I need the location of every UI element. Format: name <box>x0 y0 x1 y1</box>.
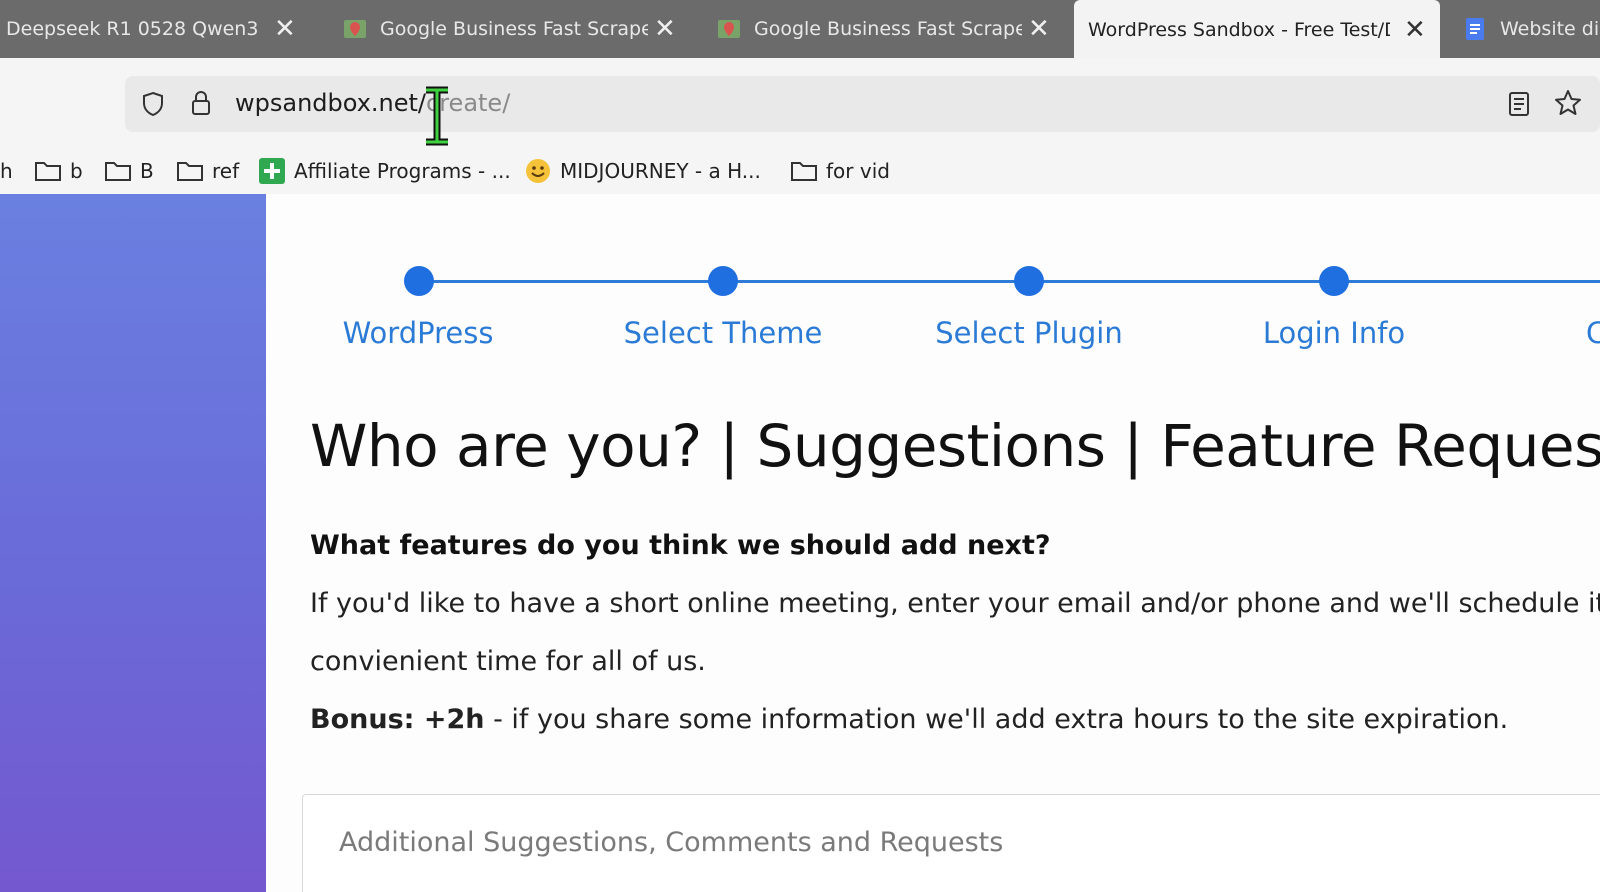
bonus-text: - if you share some information we'll ad… <box>484 704 1509 735</box>
tab-website[interactable]: Website di <box>1458 0 1600 58</box>
step-label-select-theme[interactable]: Select Theme <box>624 316 823 350</box>
suggestions-textarea[interactable] <box>303 795 1600 892</box>
close-tab-icon[interactable]: ✕ <box>1028 16 1050 42</box>
bookmark-label: for vid <box>826 159 890 183</box>
close-tab-icon[interactable]: ✕ <box>1404 17 1426 43</box>
tab-strip: Deepseek R1 0528 Qwen3 8B ✕ Google Busin… <box>0 0 1600 58</box>
stepper-line <box>418 280 1600 283</box>
page-title: Who are you? | Suggestions | Feature Req… <box>310 412 1600 480</box>
bookmark-star-icon[interactable] <box>1553 88 1583 118</box>
step-label-login-info[interactable]: Login Info <box>1263 316 1405 350</box>
tab-google-business-2[interactable]: Google Business Fast Scraper ✕ <box>712 0 1052 58</box>
bookmark-h[interactable]: h <box>0 156 13 186</box>
tab-title: Google Business Fast Scraper <box>754 18 1022 40</box>
folder-icon <box>35 162 61 181</box>
step-dot-select-theme[interactable] <box>708 266 738 296</box>
folder-icon <box>177 162 203 181</box>
address-bar[interactable]: wpsandbox.net/create/ <box>125 76 1600 132</box>
bookmark-label: MIDJOURNEY - a H... <box>560 159 761 183</box>
step-label-wordpress[interactable]: WordPress <box>343 316 494 350</box>
close-tab-icon[interactable]: ✕ <box>654 16 676 42</box>
bookmark-label: b <box>70 159 83 183</box>
step-dot-wordpress[interactable] <box>404 266 434 296</box>
lock-icon[interactable] <box>187 89 215 117</box>
step-label-confirm[interactable]: Co <box>1586 316 1600 350</box>
tab-deepseek[interactable]: Deepseek R1 0528 Qwen3 8B ✕ <box>0 0 310 58</box>
tab-title: Google Business Fast Scraper <box>380 18 648 40</box>
bonus-paragraph: Bonus: +2h - if you share some informati… <box>310 704 1508 735</box>
map-pin-icon <box>718 20 740 38</box>
folder-icon <box>791 162 817 181</box>
meeting-paragraph-line-1: If you'd like to have a short online mee… <box>310 588 1600 619</box>
url-text[interactable]: wpsandbox.net/create/ <box>235 89 510 117</box>
page-sidebar-gradient <box>0 194 266 892</box>
bookmark-label: B <box>140 159 154 183</box>
tab-title: Deepseek R1 0528 Qwen3 8B <box>6 18 264 40</box>
bookmark-folder-B[interactable]: B <box>104 156 154 186</box>
folder-icon <box>105 162 131 181</box>
bookmark-affiliate-programs[interactable]: Affiliate Programs - ... <box>258 156 511 186</box>
emoji-icon <box>526 159 550 183</box>
tab-title: WordPress Sandbox - Free Test/Demo <box>1088 19 1390 41</box>
feature-question-heading: What features do you think we should add… <box>310 530 1051 561</box>
bookmark-label: h <box>0 159 13 183</box>
close-tab-icon[interactable]: ✕ <box>274 16 296 42</box>
plus-icon <box>259 158 285 184</box>
bookmark-label: ref <box>212 159 240 183</box>
navigation-bar: wpsandbox.net/create/ <box>0 58 1600 148</box>
text-cursor-icon <box>426 86 448 146</box>
page-content: WordPress Select Theme Select Plugin Log… <box>266 194 1600 892</box>
bookmark-folder-for-vid[interactable]: for vid <box>790 156 890 186</box>
bonus-label: Bonus: +2h <box>310 704 485 735</box>
bookmark-folder-b[interactable]: b <box>34 156 83 186</box>
bookmark-label: Affiliate Programs - ... <box>294 159 511 183</box>
url-host: wpsandbox.net/ <box>235 89 427 117</box>
step-dot-login-info[interactable] <box>1319 266 1349 296</box>
bookmarks-bar: h b B ref Affiliate Programs - ... MIDJO… <box>0 148 1600 194</box>
bookmark-midjourney[interactable]: MIDJOURNEY - a H... <box>524 156 761 186</box>
bookmark-folder-ref[interactable]: ref <box>176 156 239 186</box>
tab-wordpress-sandbox[interactable]: WordPress Sandbox - Free Test/Demo ✕ <box>1074 0 1440 58</box>
tab-title: Website di <box>1500 18 1600 40</box>
meeting-paragraph-line-2: convienient time for all of us. <box>310 646 706 677</box>
step-label-select-plugin[interactable]: Select Plugin <box>935 316 1122 350</box>
reader-view-icon[interactable] <box>1505 90 1533 118</box>
map-pin-icon <box>344 20 366 38</box>
suggestions-textarea-wrapper <box>302 794 1600 892</box>
docs-icon <box>1466 18 1484 40</box>
step-dot-select-plugin[interactable] <box>1014 266 1044 296</box>
shield-icon[interactable] <box>139 90 167 118</box>
tab-google-business-1[interactable]: Google Business Fast Scraper ✕ <box>338 0 678 58</box>
